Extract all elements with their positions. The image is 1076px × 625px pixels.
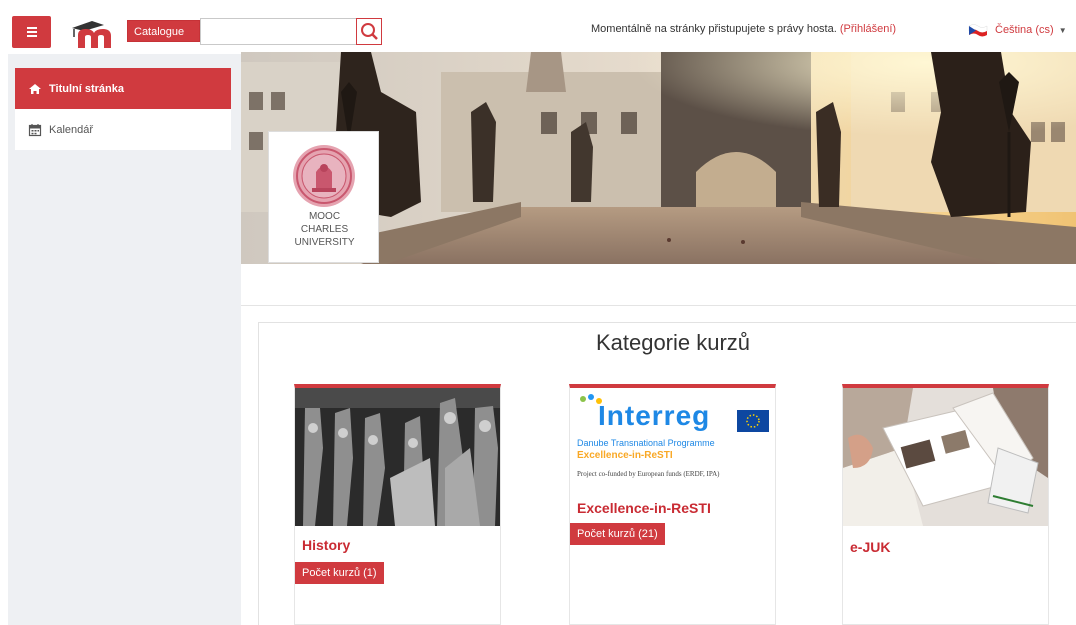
language-label: Čeština (cs) xyxy=(995,24,1054,36)
eu-flag-icon xyxy=(737,410,769,432)
sidebar-item-home[interactable]: Titulní stránka xyxy=(15,68,231,109)
category-title[interactable]: History xyxy=(302,537,350,553)
category-card-e-juk[interactable]: e-JUK xyxy=(842,384,1049,625)
sidebar-item-label: Titulní stránka xyxy=(49,82,124,95)
chevron-down-icon: ▼ xyxy=(1058,25,1067,35)
categories-heading: Kategorie kurzů xyxy=(595,330,751,355)
guest-access-info: Momentálně na stránky přistupujete s prá… xyxy=(591,23,896,35)
logo-line: UNIVERSITY xyxy=(294,237,355,248)
search-input[interactable] xyxy=(200,18,356,45)
search-icon xyxy=(361,23,378,40)
category-title[interactable]: Excellence-in-ReSTI xyxy=(577,500,711,516)
history-category-image xyxy=(295,388,500,526)
sidebar-item-label: Kalendář xyxy=(49,123,94,136)
interreg-funding: Project co-funded by European funds (ERD… xyxy=(577,470,720,478)
category-card-history[interactable]: History Počet kurzů (1) xyxy=(294,384,501,625)
interreg-project: Excellence-in-ReSTI xyxy=(577,450,673,461)
course-search-form: Catalogue xyxy=(127,18,382,45)
divider xyxy=(241,305,1076,306)
language-menu[interactable]: Čeština (cs) ▼ xyxy=(968,19,1067,41)
course-count-badge: Počet kurzů (1) xyxy=(295,562,384,584)
moodle-logo-icon[interactable] xyxy=(70,17,118,49)
catalogue-select[interactable]: Catalogue xyxy=(127,20,200,42)
calendar-icon xyxy=(28,123,42,136)
interreg-category-image: Interreg Danube Transnational Programme … xyxy=(570,388,775,486)
hamburger-icon xyxy=(27,27,37,29)
logo-line: MOOC xyxy=(308,211,341,222)
category-card-excellence-in-resti[interactable]: Interreg Danube Transnational Programme … xyxy=(569,384,776,625)
course-count-badge: Počet kurzů (21) xyxy=(570,523,665,545)
mooc-charles-university-logo: MOOC CHARLES UNIVERSITY xyxy=(268,131,379,263)
logo-line: CHARLES xyxy=(300,224,349,235)
university-seal-icon xyxy=(293,145,355,207)
home-icon xyxy=(29,83,41,94)
top-navbar: Catalogue Momentálně na stránky přistupu… xyxy=(0,0,1076,52)
guest-text: Momentálně na stránky přistupujete s prá… xyxy=(591,23,837,35)
interreg-brand: Interreg xyxy=(598,400,711,431)
search-button[interactable] xyxy=(356,18,382,45)
sidebar-item-calendar[interactable]: Kalendář xyxy=(15,109,231,150)
category-title[interactable]: e-JUK xyxy=(850,539,890,555)
menu-toggle-button[interactable] xyxy=(12,16,51,48)
czech-flag-icon xyxy=(968,24,988,37)
interreg-programme: Danube Transnational Programme xyxy=(577,438,715,448)
login-link[interactable]: (Přihlášení) xyxy=(840,23,896,35)
e-juk-category-image xyxy=(843,388,1048,526)
